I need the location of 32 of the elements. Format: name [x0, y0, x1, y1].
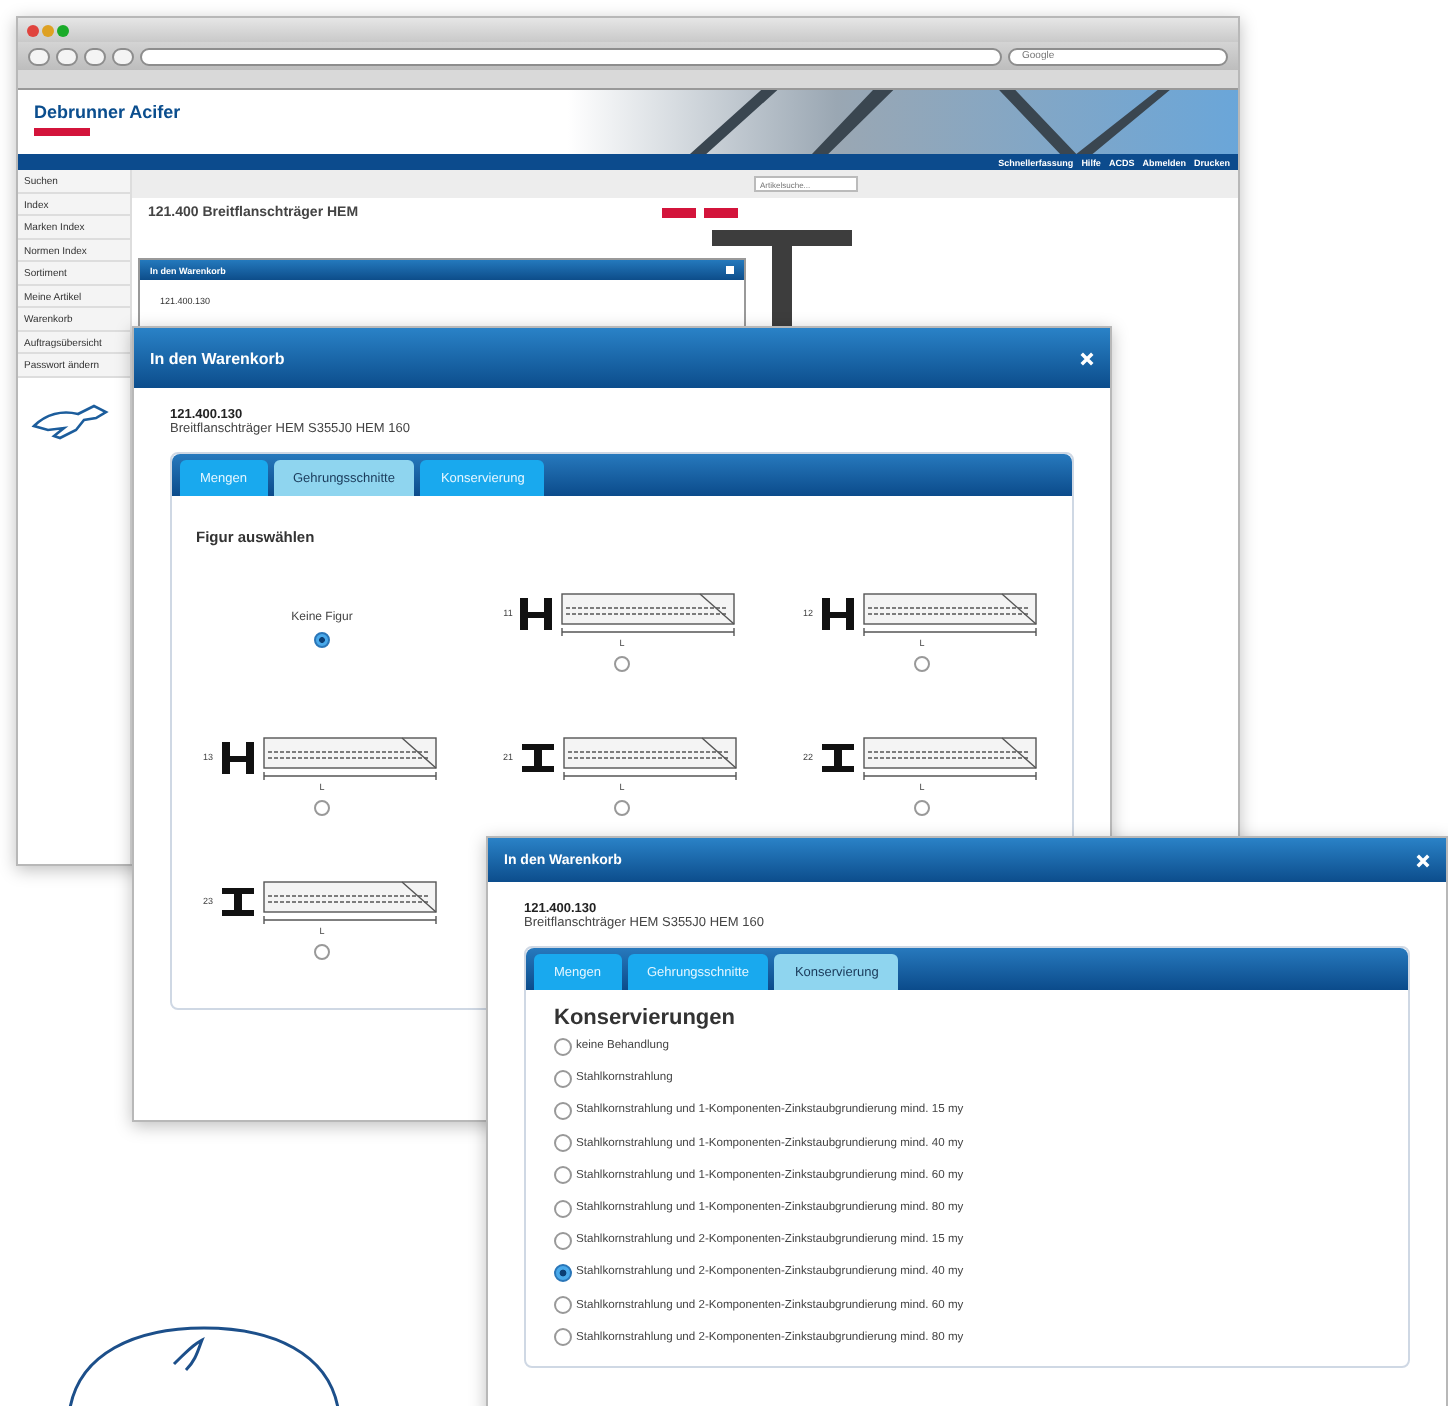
radio-button[interactable] — [314, 943, 330, 959]
close-icon[interactable] — [1080, 351, 1094, 365]
section-title: Konservierungen — [554, 1006, 737, 1030]
logo-tag — [34, 128, 90, 136]
h-beam-profile-icon — [817, 593, 857, 633]
radio-button[interactable] — [554, 1263, 572, 1282]
dialog-title: In den Warenkorb — [150, 349, 285, 367]
radio-button[interactable] — [914, 655, 930, 671]
radio-button[interactable] — [554, 1101, 572, 1120]
h-beam-profile-icon — [516, 593, 557, 633]
radio-button[interactable] — [314, 799, 330, 815]
close-icon[interactable] — [1416, 853, 1430, 867]
site-logo: Debrunner Acifer — [34, 102, 183, 122]
address-field[interactable] — [140, 47, 1002, 65]
radio-button[interactable] — [554, 1296, 572, 1315]
radio-button[interactable] — [554, 1199, 572, 1218]
reload-button[interactable] — [84, 47, 106, 65]
forward-button[interactable] — [56, 47, 78, 65]
radio-button[interactable] — [554, 1166, 572, 1185]
h-beam-profile-icon — [217, 737, 257, 777]
window-controls-icon[interactable] — [26, 23, 70, 37]
radio-button[interactable] — [614, 799, 630, 815]
radio-button[interactable] — [554, 1134, 572, 1153]
home-button[interactable] — [112, 47, 134, 65]
radio-button[interactable] — [914, 799, 930, 815]
radio-button[interactable] — [554, 1037, 572, 1056]
radio-button[interactable] — [554, 1231, 572, 1250]
radio-button[interactable] — [554, 1328, 572, 1347]
radio-button[interactable] — [614, 655, 630, 671]
radio-button[interactable] — [554, 1069, 572, 1088]
back-button[interactable] — [28, 47, 50, 65]
radio-button[interactable] — [314, 632, 330, 648]
